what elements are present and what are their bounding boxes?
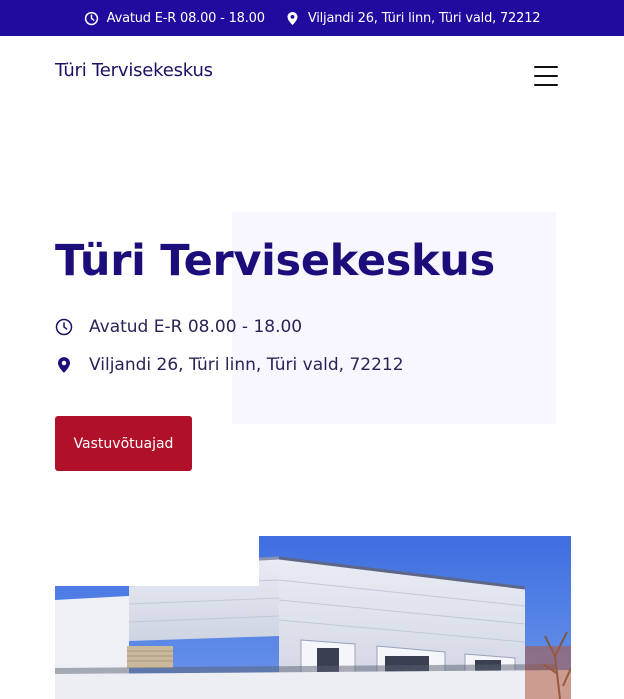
appointments-button[interactable]: Vastuvõtuajad bbox=[55, 416, 192, 471]
top-info-bar: Avatud E-R 08.00 - 18.00 Viljandi 26, Tü… bbox=[0, 0, 624, 36]
topbar-hours-text: Avatud E-R 08.00 - 18.00 bbox=[106, 10, 265, 26]
menu-line bbox=[534, 66, 558, 68]
hero-hours: Avatud E-R 08.00 - 18.00 bbox=[55, 317, 302, 337]
hero-hours-text: Avatud E-R 08.00 - 18.00 bbox=[89, 317, 303, 337]
hero-address[interactable]: Viljandi 26, Türi linn, Türi vald, 72212 bbox=[55, 355, 404, 375]
map-pin-icon bbox=[58, 357, 70, 373]
map-pin-icon bbox=[287, 11, 298, 25]
topbar-address-text: Viljandi 26, Türi linn, Türi vald, 72212 bbox=[307, 10, 541, 26]
site-header: Türi Tervisekeskus bbox=[0, 36, 624, 108]
hamburger-menu-icon[interactable] bbox=[534, 66, 558, 86]
building-photo bbox=[55, 536, 571, 699]
clock-icon bbox=[55, 318, 73, 336]
topbar-address[interactable]: Viljandi 26, Türi linn, Türi vald, 72212 bbox=[285, 11, 541, 26]
site-logo[interactable]: Türi Tervisekeskus bbox=[55, 60, 213, 81]
hero-address-text: Viljandi 26, Türi linn, Türi vald, 72212 bbox=[89, 355, 404, 375]
photo-overlay bbox=[55, 536, 259, 586]
topbar-hours: Avatud E-R 08.00 - 18.00 bbox=[84, 11, 265, 26]
menu-line bbox=[534, 84, 558, 86]
page-title: Türi Tervisekeskus bbox=[55, 236, 495, 286]
menu-line bbox=[534, 75, 558, 77]
clock-icon bbox=[84, 11, 98, 25]
